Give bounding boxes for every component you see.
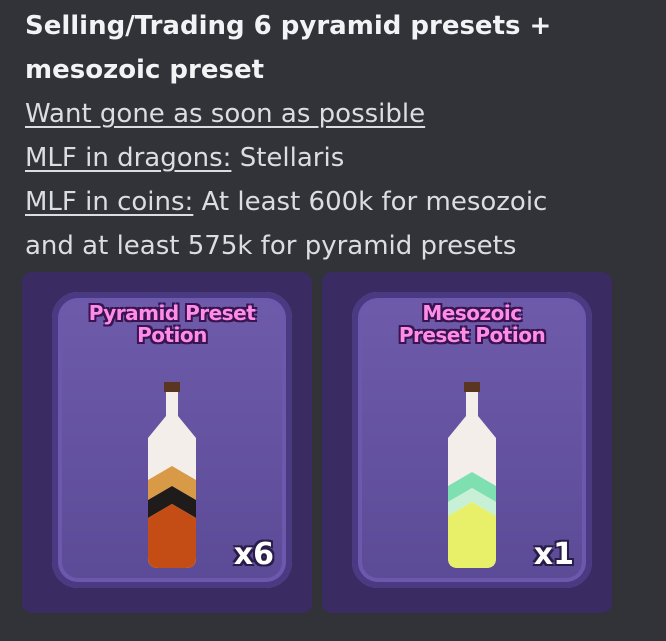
item-name-line-2: Potion	[137, 323, 207, 347]
attachment-image-1[interactable]: Pyramid Preset Potion x6	[22, 272, 312, 613]
message-line-4: and at least 575k for pyramid presets	[25, 231, 517, 261]
item-quantity: x1	[533, 537, 574, 572]
pyramid-preset-potion-bottle-icon	[148, 382, 196, 568]
mesozoic-preset-potion-bottle-icon	[448, 382, 496, 568]
message-line-3: MLF in coins: At least 600k for mesozoic	[25, 180, 645, 224]
underlined-text: Want gone as soon as possible	[25, 99, 426, 129]
mlf-dragons-value: Stellaris	[231, 143, 345, 173]
item-quantity: x6	[233, 537, 274, 572]
chat-message: Selling/Trading 6 pyramid presets + meso…	[25, 4, 645, 268]
attachment-image-2[interactable]: Mesozoic Preset Potion x1	[322, 272, 612, 613]
item-name-line-1: Pyramid Preset	[88, 301, 256, 325]
mlf-coins-label: MLF in coins:	[25, 187, 194, 217]
item-card-mesozoic: Mesozoic Preset Potion x1	[352, 292, 592, 588]
attachments: Pyramid Preset Potion x6 Mesozoic Preset…	[22, 272, 614, 613]
message-title-line-2: mesozoic preset	[25, 55, 265, 85]
item-name-line-2: Preset Potion	[398, 323, 546, 347]
message-line-2: MLF in dragons: Stellaris	[25, 136, 645, 180]
item-card-pyramid: Pyramid Preset Potion x6	[52, 292, 292, 588]
mlf-coins-value: At least 600k for mesozoic	[193, 187, 548, 217]
mlf-dragons-label: MLF in dragons:	[25, 143, 232, 173]
item-name: Mesozoic Preset Potion	[352, 302, 592, 346]
item-name: Pyramid Preset Potion	[52, 302, 292, 346]
message-line-1: Want gone as soon as possible	[25, 92, 645, 136]
item-name-line-1: Mesozoic	[422, 301, 522, 325]
message-title-line-1: Selling/Trading 6 pyramid presets +	[25, 11, 552, 41]
